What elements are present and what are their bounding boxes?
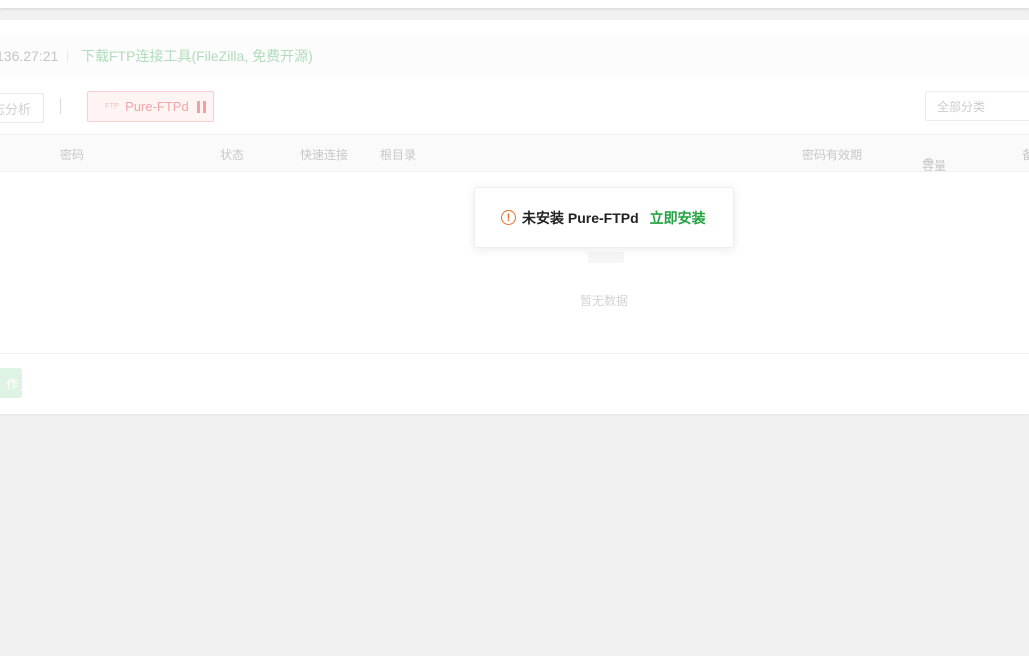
table-header: 密码 状态 快速连接 根目录 密码有效期 容量 👁 备 [0, 134, 1029, 173]
footer-divider [0, 353, 1029, 354]
batch-operation-button[interactable]: 作 [0, 368, 22, 398]
batch-operation-label: 作 [5, 376, 18, 391]
category-select[interactable]: 全部分类 [925, 91, 1029, 121]
info-separator: | [66, 49, 70, 63]
log-analysis-label: 志分析 [0, 101, 31, 117]
eye-icon[interactable]: 👁 [923, 157, 934, 168]
not-installed-toast: ! 未安装 Pure-FTPd 立即安装 [474, 187, 734, 248]
empty-state-text: 暂无数据 [580, 294, 629, 308]
column-header-quick-connect: 快速连接 [300, 148, 349, 162]
column-header-password-expiry[interactable]: 密码有效期 [802, 146, 862, 163]
install-now-link[interactable]: 立即安装 [650, 208, 706, 228]
service-name-label: Pure-FTPd [125, 99, 189, 114]
toolbar-divider [60, 98, 61, 114]
top-bar [0, 0, 1029, 8]
toast-message: 未安装 Pure-FTPd [522, 209, 639, 226]
column-header-root-dir: 根目录 [380, 148, 417, 162]
column-header-remark: 备 [1022, 148, 1029, 162]
column-header-status: 状态 [220, 148, 245, 162]
pause-icon [196, 100, 206, 113]
ftp-address: 136.27:21 [0, 48, 59, 64]
log-analysis-button[interactable]: 志分析 [0, 93, 44, 123]
category-select-value: 全部分类 [937, 99, 986, 114]
pure-ftpd-service-button[interactable]: FTP Pure-FTPd [87, 91, 214, 122]
column-header-password: 密码 [60, 148, 85, 162]
warning-icon: ! [501, 210, 516, 225]
ftp-icon: FTP [105, 103, 120, 110]
info-bar: 136.27:21 | 下载FTP连接工具(FileZilla, 免费开源) [0, 36, 1029, 76]
download-filezilla-link[interactable]: 下载FTP连接工具(FileZilla, 免费开源) [81, 46, 313, 66]
empty-state-image [588, 252, 624, 263]
